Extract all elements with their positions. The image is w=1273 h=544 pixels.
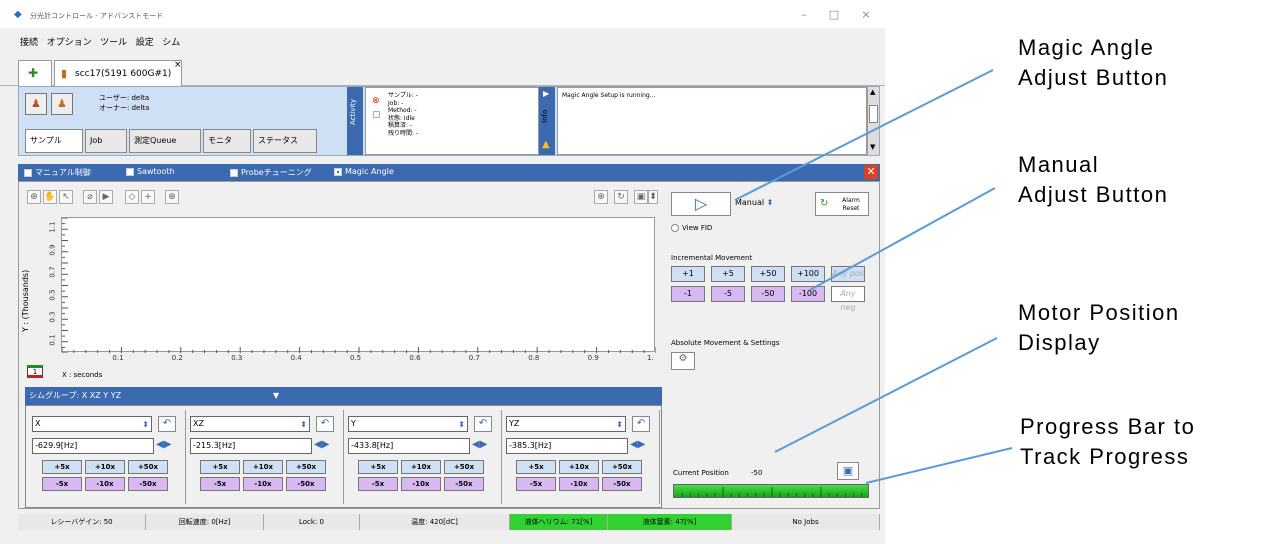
annotation-magic-angle: Magic Angle Adjust Button	[1018, 35, 1169, 90]
annotation-manual: Manual Adjust Button	[1018, 152, 1169, 207]
progress-pointer	[865, 447, 1013, 484]
magic-angle-pointer	[734, 69, 994, 201]
manual-pointer	[809, 187, 996, 291]
annotation-motor-position: Motor Position Display	[1018, 300, 1180, 355]
annotation-progress: Progress Bar to Track Progress	[1020, 414, 1196, 469]
motor-position-pointer	[774, 337, 998, 453]
